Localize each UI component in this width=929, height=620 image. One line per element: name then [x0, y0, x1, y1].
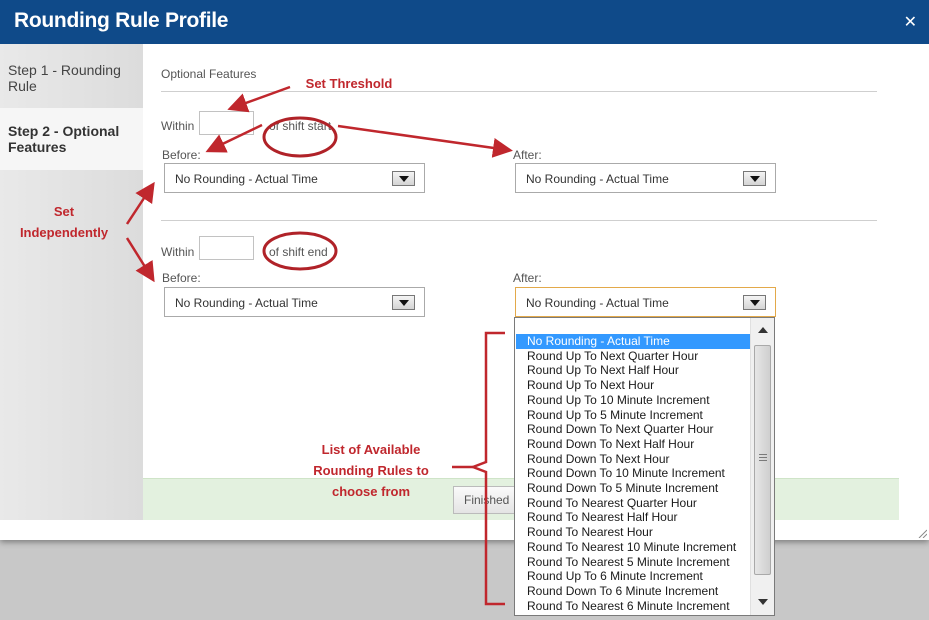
annotation-list-3: choose from	[331, 484, 410, 499]
divider	[161, 220, 877, 221]
before-label-start: Before:	[162, 148, 201, 162]
dropdown-option[interactable]: Round Down To 5 Minute Increment	[516, 481, 750, 496]
dropdown-option[interactable]: No Rounding - Actual Time	[516, 334, 750, 349]
dropdown-option[interactable]: Round Down To Next Half Hour	[516, 437, 750, 452]
annotation-independently: Independently	[19, 225, 109, 240]
grip-line	[759, 460, 767, 461]
scroll-up-icon[interactable]	[758, 327, 768, 333]
resize-grip-icon[interactable]	[917, 528, 927, 538]
before-start-select[interactable]: No Rounding - Actual Time	[164, 163, 425, 193]
dropdown-option[interactable]: Round Up To 6 Minute Increment	[516, 569, 750, 584]
annotation-list-1: List of Available	[321, 442, 421, 457]
select-value: No Rounding - Actual Time	[175, 172, 318, 186]
dialog-title: Rounding Rule Profile	[14, 9, 229, 32]
select-value: No Rounding - Actual Time	[526, 172, 669, 186]
annotation-set: Set	[53, 204, 75, 219]
within-label-end: Within	[161, 245, 195, 259]
select-value: No Rounding - Actual Time	[175, 296, 318, 310]
before-end-select[interactable]: No Rounding - Actual Time	[164, 287, 425, 317]
select-value: No Rounding - Actual Time	[526, 296, 669, 310]
after-start-select[interactable]: No Rounding - Actual Time	[515, 163, 776, 193]
scrollbar[interactable]	[750, 318, 774, 615]
after-label-end: After:	[513, 271, 542, 285]
dropdown-option[interactable]: Round Up To Next Hour	[516, 378, 750, 393]
threshold-input-start[interactable]	[199, 111, 254, 135]
dialog-titlebar: Rounding Rule Profile ✕	[0, 0, 929, 44]
annotation-set-threshold: Set Threshold	[305, 76, 393, 91]
grip-line	[759, 454, 767, 455]
dropdown-option[interactable]: Round To Nearest 6 Minute Increment	[516, 599, 750, 614]
divider	[161, 91, 877, 92]
within-label-start: Within	[161, 119, 195, 133]
after-end-select[interactable]: No Rounding - Actual Time	[515, 287, 776, 317]
dropdown-option[interactable]: Round Up To 10 Minute Increment	[516, 393, 750, 408]
chevron-down-icon[interactable]	[392, 295, 415, 310]
chevron-down-icon[interactable]	[392, 171, 415, 186]
annotation-list-2: Rounding Rules to	[313, 463, 429, 478]
before-label-end: Before:	[162, 271, 201, 285]
dropdown-option[interactable]: Round Down To 6 Minute Increment	[516, 584, 750, 599]
sidebar-item-step-2[interactable]: Step 2 - Optional Features	[0, 108, 143, 170]
close-icon[interactable]: ✕	[904, 12, 917, 31]
dropdown-option[interactable]: Round Up To Next Quarter Hour	[516, 349, 750, 364]
dropdown-option[interactable]: Round Down To Next Hour	[516, 452, 750, 467]
dropdown-option[interactable]: Round To Nearest 5 Minute Increment	[516, 555, 750, 570]
chevron-down-icon[interactable]	[743, 295, 766, 310]
rounding-options-list[interactable]: No Rounding - Actual Time Round Up To Nex…	[514, 317, 775, 616]
dropdown-option[interactable]: Round To Nearest Half Hour	[516, 510, 750, 525]
section-title: Optional Features	[161, 67, 257, 81]
shift-start-label: of shift start	[269, 119, 332, 133]
wizard-sidebar: Step 1 - Rounding Rule Step 2 - Optional…	[0, 44, 143, 520]
dropdown-option[interactable]: Round To Nearest Quarter Hour	[516, 496, 750, 511]
dropdown-option[interactable]: Round Down To Next Quarter Hour	[516, 422, 750, 437]
dropdown-option[interactable]: Round Down To 10 Minute Increment	[516, 466, 750, 481]
shift-end-label: of shift end	[269, 245, 328, 259]
after-label-start: After:	[513, 148, 542, 162]
threshold-input-end[interactable]	[199, 236, 254, 260]
dropdown-option[interactable]: Round To Nearest 10 Minute Increment	[516, 540, 750, 555]
scrollbar-thumb[interactable]	[754, 345, 771, 575]
dropdown-option[interactable]: Round To Nearest Hour	[516, 525, 750, 540]
dropdown-option[interactable]: Round Up To Next Half Hour	[516, 363, 750, 378]
sidebar-item-step-1[interactable]: Step 1 - Rounding Rule	[0, 62, 143, 94]
scroll-down-icon[interactable]	[758, 599, 768, 605]
dropdown-option[interactable]: Round Up To 5 Minute Increment	[516, 408, 750, 423]
grip-line	[759, 457, 767, 458]
chevron-down-icon[interactable]	[743, 171, 766, 186]
rounding-rule-dialog: Rounding Rule Profile ✕ Step 1 - Roundin…	[0, 0, 929, 540]
